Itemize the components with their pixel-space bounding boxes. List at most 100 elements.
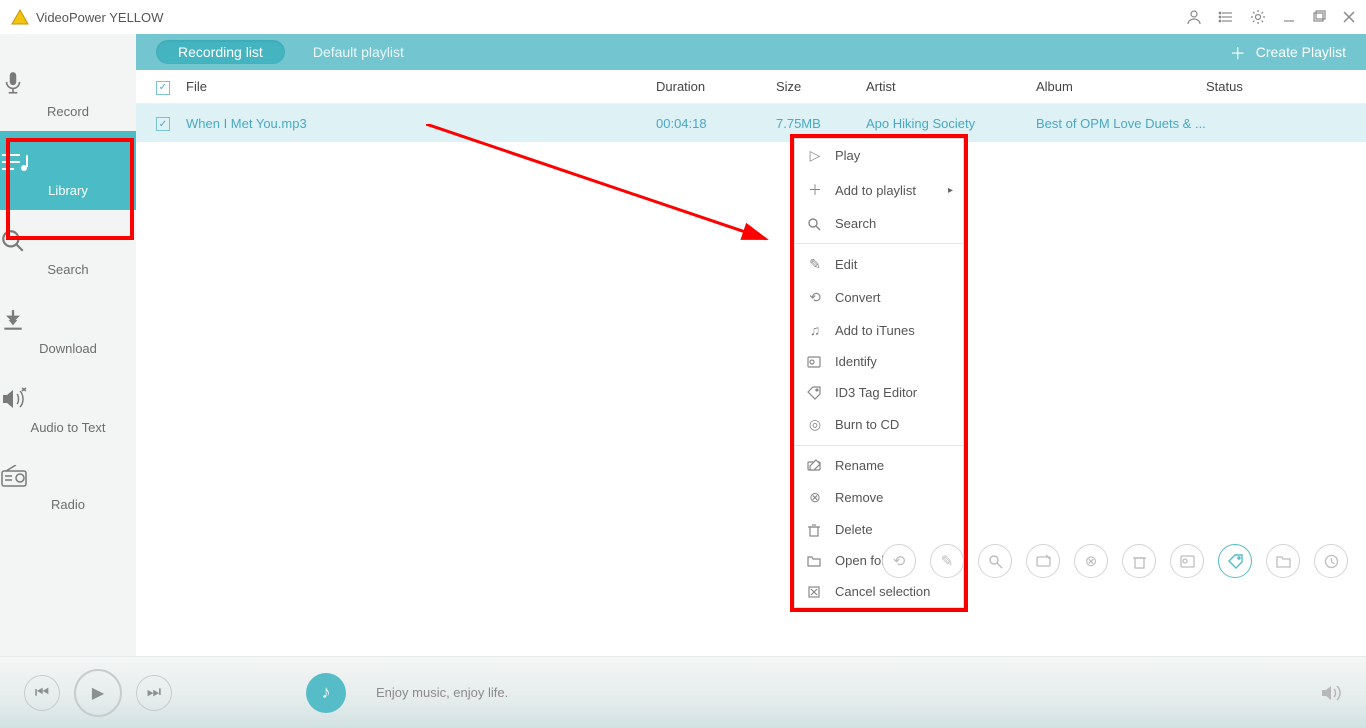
rename-icon	[807, 459, 823, 473]
pencil-icon: ✎	[807, 256, 823, 273]
close-button[interactable]	[1342, 10, 1356, 24]
titlebar: VideoPower YELLOW	[0, 0, 1366, 34]
sidebar-item-search[interactable]: Search	[0, 210, 136, 289]
ctx-label: Edit	[835, 257, 857, 272]
prev-icon: ⏮	[35, 684, 49, 702]
ctx-label: Identify	[835, 354, 877, 369]
sidebar-item-download[interactable]: Download	[0, 289, 136, 368]
tb-refresh-button[interactable]: ⟲	[882, 544, 916, 578]
ctx-delete[interactable]: Delete	[795, 514, 963, 545]
annotation-arrow	[426, 124, 786, 254]
sidebar-item-radio[interactable]: Radio	[0, 447, 136, 524]
list-icon[interactable]	[1218, 9, 1234, 25]
ctx-label: Play	[835, 148, 860, 163]
ctx-label: Rename	[835, 458, 884, 473]
minimize-button[interactable]	[1282, 10, 1296, 24]
sidebar-item-audio-to-text[interactable]: Audio to Text	[0, 368, 136, 447]
ctx-label: Convert	[835, 290, 881, 305]
ctx-cancel-selection[interactable]: Cancel selection	[795, 576, 963, 607]
context-menu: ▷ Play ＋ Add to playlist ▸ Sear	[794, 138, 964, 608]
tag-icon	[807, 386, 823, 400]
trash-icon	[807, 523, 823, 537]
sidebar-item-label: Search	[47, 262, 88, 277]
settings-icon[interactable]	[1250, 9, 1266, 25]
ctx-label: Add to playlist	[835, 183, 916, 198]
trash-icon	[1132, 554, 1147, 569]
volume-button[interactable]	[1320, 683, 1342, 703]
col-header-album[interactable]: Album	[1036, 79, 1206, 94]
cell-size: 7.75MB	[776, 116, 866, 131]
ctx-edit[interactable]: ✎ Edit	[795, 248, 963, 281]
ctx-id3-tag-editor[interactable]: ID3 Tag Editor	[795, 377, 963, 408]
maximize-button[interactable]	[1312, 10, 1326, 24]
ctx-add-to-playlist[interactable]: ＋ Add to playlist ▸	[795, 172, 963, 208]
col-header-duration[interactable]: Duration	[656, 79, 776, 94]
cell-album: Best of OPM Love Duets & ...	[1036, 116, 1206, 131]
download-icon	[0, 307, 136, 333]
next-button[interactable]: ⏭	[136, 675, 172, 711]
tb-search-button[interactable]	[978, 544, 1012, 578]
ctx-label: Remove	[835, 490, 883, 505]
ctx-rename[interactable]: Rename	[795, 450, 963, 481]
create-playlist-button[interactable]: ＋ Create Playlist	[1230, 40, 1346, 64]
sidebar-item-label: Download	[39, 341, 97, 356]
search-icon	[0, 228, 136, 254]
sidebar-item-label: Audio to Text	[31, 420, 106, 435]
sidebar-item-record[interactable]: Record	[0, 52, 136, 131]
col-header-size[interactable]: Size	[776, 79, 866, 94]
search-icon	[807, 217, 823, 231]
identify-icon	[1180, 554, 1195, 569]
mic-icon	[0, 70, 136, 96]
rename-icon	[1036, 554, 1051, 569]
remove-icon: ⊗	[1085, 552, 1098, 570]
tag-icon	[1228, 554, 1243, 569]
plus-icon: ＋	[1230, 40, 1246, 64]
play-icon: ▶	[92, 683, 104, 703]
chevron-right-icon: ▸	[948, 185, 953, 196]
tb-identify-button[interactable]	[1170, 544, 1204, 578]
tb-remove-button[interactable]: ⊗	[1074, 544, 1108, 578]
volume-icon	[1320, 683, 1342, 703]
col-header-file[interactable]: File	[186, 79, 656, 94]
ctx-burn-to-cd[interactable]: ◎ Burn to CD	[795, 408, 963, 441]
row-checkbox[interactable]: ✓	[156, 117, 170, 131]
itunes-icon: ♫	[807, 322, 823, 338]
ctx-label: Burn to CD	[835, 417, 899, 432]
search-icon	[988, 554, 1003, 569]
ctx-label: Search	[835, 216, 876, 231]
play-button[interactable]: ▶	[74, 669, 122, 717]
ctx-identify[interactable]: Identify	[795, 346, 963, 377]
ctx-search[interactable]: Search	[795, 208, 963, 239]
ctx-convert[interactable]: ⟲ Convert	[795, 281, 963, 314]
sidebar-item-label: Record	[47, 104, 89, 119]
player-bar: ⏮ ▶ ⏭ ♪ Enjoy music, enjoy life.	[0, 656, 1366, 728]
app-title: VideoPower YELLOW	[36, 10, 163, 25]
table-row[interactable]: ✓ When I Met You.mp3 00:04:18 7.75MB Apo…	[136, 104, 1366, 142]
clock-icon	[1324, 554, 1339, 569]
pencil-icon: ✎	[941, 552, 954, 570]
tb-tag-button[interactable]	[1218, 544, 1252, 578]
cancel-icon	[807, 585, 823, 599]
account-icon[interactable]	[1186, 9, 1202, 25]
prev-button[interactable]: ⏮	[24, 675, 60, 711]
tb-delete-button[interactable]	[1122, 544, 1156, 578]
tab-recording-list[interactable]: Recording list	[156, 40, 285, 64]
sidebar-item-label: Library	[48, 183, 88, 198]
tb-edit-button[interactable]: ✎	[930, 544, 964, 578]
col-header-artist[interactable]: Artist	[866, 79, 1036, 94]
convert-icon: ⟲	[807, 289, 823, 306]
tab-default-playlist[interactable]: Default playlist	[313, 44, 404, 60]
tb-history-button[interactable]	[1314, 544, 1348, 578]
speaker-icon	[0, 386, 136, 412]
select-all-checkbox[interactable]: ✓	[156, 81, 170, 95]
ctx-label: Delete	[835, 522, 873, 537]
app-logo-icon	[10, 7, 30, 27]
sidebar-item-library[interactable]: Library	[0, 131, 136, 210]
col-header-status[interactable]: Status	[1206, 79, 1366, 94]
tb-folder-button[interactable]	[1266, 544, 1300, 578]
ctx-remove[interactable]: ⊗ Remove	[795, 481, 963, 514]
ctx-play[interactable]: ▷ Play	[795, 139, 963, 172]
tb-rename-button[interactable]	[1026, 544, 1060, 578]
ctx-add-to-itunes[interactable]: ♫ Add to iTunes	[795, 314, 963, 346]
bottom-toolbar: ⟲ ✎ ⊗	[882, 544, 1348, 578]
